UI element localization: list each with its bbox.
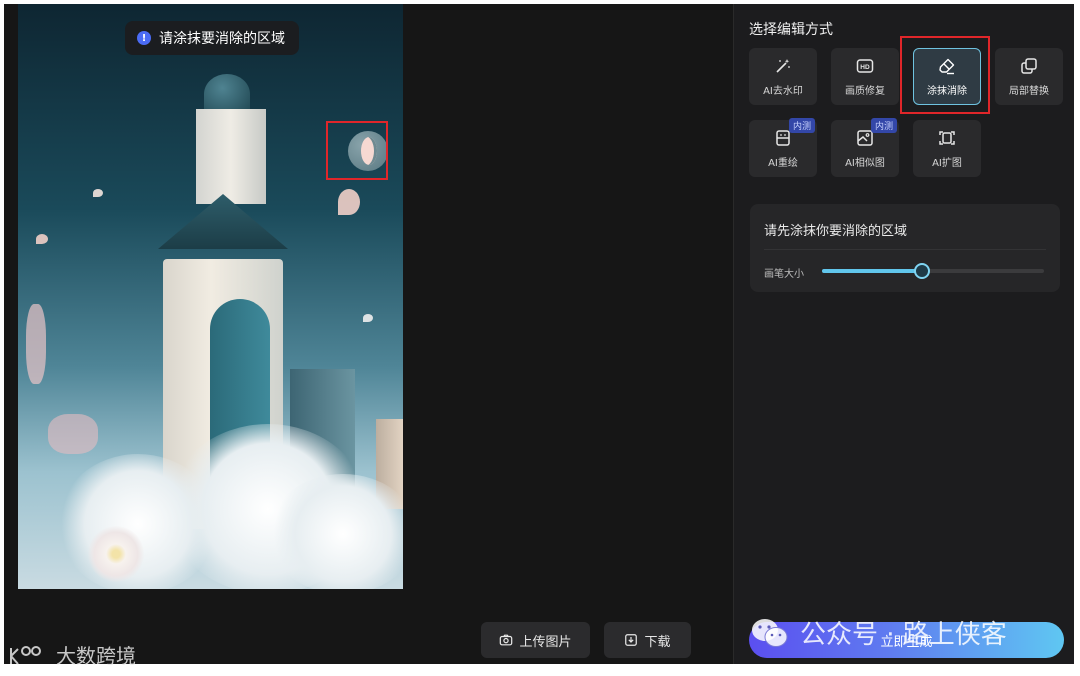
beta-badge: 内测: [870, 118, 897, 133]
download-label: 下载: [644, 634, 671, 650]
download-icon: [625, 634, 638, 646]
hd-icon: HD: [856, 59, 874, 73]
tool-label: 局部替换: [1009, 86, 1049, 97]
petal: [93, 189, 103, 197]
flower: [88, 526, 144, 582]
tower-roof: [158, 194, 288, 249]
section-title: 请先涂抹你要消除的区域: [764, 224, 908, 239]
brand-logo-icon: [10, 645, 41, 665]
petal: [36, 234, 48, 244]
tool-label: AI去水印: [763, 86, 803, 97]
brush-size-label: 画笔大小: [764, 269, 804, 280]
slider-fill: [822, 269, 922, 273]
tool-highlight-box: [900, 36, 990, 114]
toast-message: ! 请涂抹要消除的区域: [125, 21, 299, 55]
blossom-branch: [48, 414, 98, 454]
blossom-cloud: [268, 474, 403, 589]
panel-title: 选择编辑方式: [749, 22, 833, 38]
upload-image-button[interactable]: 上传图片: [481, 622, 590, 658]
replace-icon: [1021, 58, 1037, 74]
tool-ai-repaint[interactable]: 内测 AI重绘: [749, 118, 817, 177]
svg-text:HD: HD: [860, 64, 870, 71]
brand-watermark: 大数跨境: [8, 640, 136, 669]
divider: [764, 249, 1046, 250]
moon-highlight-box: [326, 121, 388, 180]
tool-quality-repair[interactable]: HD 画质修复: [831, 48, 899, 105]
info-icon: !: [137, 31, 151, 45]
upload-label: 上传图片: [519, 634, 572, 650]
editor-app: ! 请涂抹要消除的区域 上传图片 下载 选择编辑方式 AI去水印 HD 画质修复…: [4, 4, 1074, 664]
expand-icon: [939, 131, 955, 145]
petal: [363, 314, 373, 322]
brush-size-slider[interactable]: [822, 263, 1044, 279]
download-button[interactable]: 下载: [604, 622, 691, 658]
camera-icon: [500, 634, 513, 646]
wechat-watermark-text: 公众号 · 路上侠客: [800, 620, 1007, 650]
wechat-watermark: 公众号 · 路上侠客: [750, 614, 1007, 651]
toast-text: 请涂抹要消除的区域: [159, 31, 285, 47]
tower-dome: [204, 74, 250, 114]
tool-ai-watermark-removal[interactable]: AI去水印: [749, 48, 817, 105]
tool-partial-replace[interactable]: 局部替换: [995, 48, 1063, 105]
tool-label: AI相似图: [845, 158, 885, 169]
brand-watermark-text: 大数跨境: [56, 644, 136, 668]
petal: [338, 189, 360, 215]
tool-ai-expand-image[interactable]: AI扩图: [913, 120, 981, 177]
erase-settings: 请先涂抹你要消除的区域 画笔大小: [750, 204, 1060, 292]
wechat-icon: [752, 618, 788, 647]
magic-wand-icon: [776, 59, 790, 73]
tool-ai-similar-image[interactable]: 内测 AI相似图: [831, 118, 899, 177]
tool-label: AI扩图: [932, 158, 962, 169]
slider-handle[interactable]: [913, 263, 930, 279]
tower-belfry: [196, 109, 266, 204]
blossom-branch: [26, 304, 46, 384]
tool-label: AI重绘: [768, 158, 798, 169]
image-canvas[interactable]: [18, 4, 403, 589]
beta-badge: 内测: [788, 118, 815, 133]
tool-label: 画质修复: [845, 86, 885, 97]
